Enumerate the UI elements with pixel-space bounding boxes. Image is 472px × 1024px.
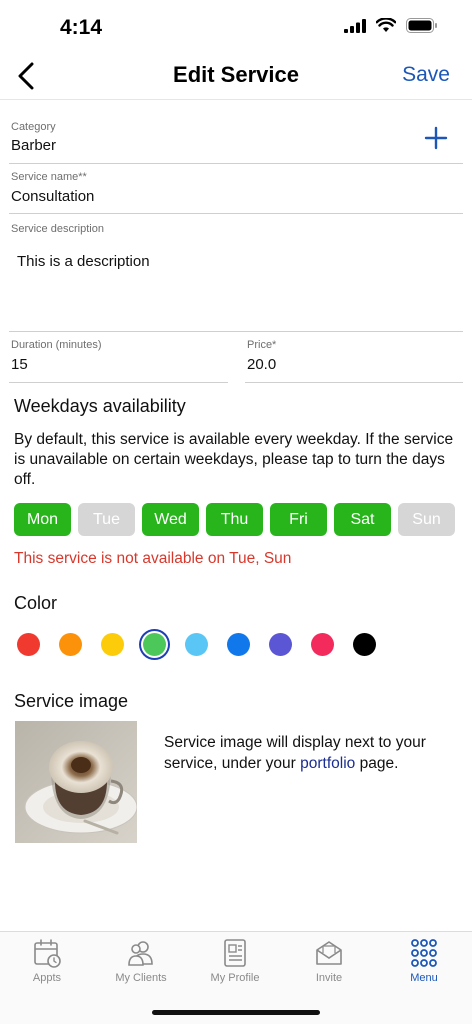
tab-appts-label: Appts bbox=[32, 972, 62, 984]
day-toggle-tue[interactable]: Tue bbox=[78, 503, 135, 536]
color-option-yellow[interactable] bbox=[101, 633, 124, 656]
color-option-pink[interactable] bbox=[311, 633, 334, 656]
category-label: Category bbox=[11, 121, 56, 133]
weekday-toggles: Mon Tue Wed Thu Fri Sat Sun bbox=[14, 503, 455, 536]
tab-my-clients-label: My Clients bbox=[115, 972, 167, 984]
tab-my-profile[interactable]: My Profile bbox=[188, 938, 282, 994]
color-option-green[interactable] bbox=[143, 633, 166, 656]
add-category-icon[interactable] bbox=[424, 126, 448, 150]
tab-my-profile-label: My Profile bbox=[210, 972, 260, 984]
day-toggle-sat[interactable]: Sat bbox=[334, 503, 391, 536]
duration-label: Duration (minutes) bbox=[11, 339, 102, 351]
day-toggle-fri[interactable]: Fri bbox=[270, 503, 327, 536]
status-time: 4:14 bbox=[60, 16, 103, 39]
color-option-purple[interactable] bbox=[269, 633, 292, 656]
color-option-blue[interactable] bbox=[227, 633, 250, 656]
unavailable-message: This service is not available on Tue, Su… bbox=[14, 550, 292, 567]
coffee-cup-image bbox=[15, 721, 137, 843]
color-option-red[interactable] bbox=[17, 633, 40, 656]
envelope-icon bbox=[316, 941, 342, 965]
service-image[interactable] bbox=[15, 721, 137, 843]
day-toggle-thu[interactable]: Thu bbox=[206, 503, 263, 536]
clients-icon bbox=[128, 941, 153, 966]
day-toggle-mon[interactable]: Mon bbox=[14, 503, 71, 536]
day-toggle-wed[interactable]: Wed bbox=[142, 503, 199, 536]
duration-value: 15 bbox=[11, 356, 28, 373]
tab-my-clients[interactable]: My Clients bbox=[94, 938, 188, 994]
service-description-field[interactable]: Service description This is a descriptio… bbox=[9, 220, 463, 332]
category-field[interactable]: Category Barber bbox=[9, 118, 463, 164]
tab-appts[interactable]: Appts bbox=[0, 938, 94, 994]
color-title: Color bbox=[14, 593, 58, 613]
tab-invite-label: Invite bbox=[315, 972, 343, 984]
cellular-signal-icon bbox=[344, 18, 366, 33]
tab-menu[interactable]: Menu bbox=[377, 938, 471, 994]
menu-grid-icon bbox=[411, 939, 437, 967]
tab-menu-label: Menu bbox=[410, 972, 438, 984]
price-field[interactable]: Price* 20.0 bbox=[245, 336, 463, 383]
status-bar: 4:14 bbox=[0, 0, 472, 56]
service-image-title: Service image bbox=[14, 691, 129, 711]
category-value: Barber bbox=[11, 137, 57, 154]
portfolio-link[interactable]: portfolio bbox=[300, 755, 355, 772]
battery-icon bbox=[406, 18, 437, 33]
price-value: 20.0 bbox=[247, 356, 277, 373]
service-description-value: This is a description bbox=[17, 253, 150, 270]
color-option-light-blue[interactable] bbox=[185, 633, 208, 656]
save-button[interactable]: Save bbox=[402, 63, 450, 87]
color-option-orange[interactable] bbox=[59, 633, 82, 656]
profile-icon bbox=[224, 939, 246, 967]
day-toggle-sun[interactable]: Sun bbox=[398, 503, 455, 536]
service-name-field[interactable]: Service name** Consultation bbox=[9, 168, 463, 214]
tab-invite[interactable]: Invite bbox=[282, 938, 376, 994]
service-image-note-suffix: page. bbox=[355, 755, 399, 772]
service-image-note: Service image will display next to your … bbox=[164, 732, 444, 774]
status-icons bbox=[344, 18, 438, 33]
price-label: Price* bbox=[247, 339, 277, 351]
service-description-label: Service description bbox=[11, 223, 104, 235]
service-name-label: Service name** bbox=[11, 171, 87, 183]
color-picker bbox=[17, 633, 376, 656]
wifi-icon bbox=[376, 18, 396, 32]
weekdays-description: By default, this service is available ev… bbox=[14, 431, 454, 488]
duration-field[interactable]: Duration (minutes) 15 bbox=[9, 336, 228, 383]
nav-bar: Edit Service Save bbox=[0, 52, 472, 100]
calendar-icon bbox=[34, 939, 61, 968]
weekdays-title: Weekdays availability bbox=[14, 396, 186, 416]
color-option-black[interactable] bbox=[353, 633, 376, 656]
service-name-value: Consultation bbox=[11, 188, 95, 205]
home-indicator bbox=[152, 1010, 320, 1015]
